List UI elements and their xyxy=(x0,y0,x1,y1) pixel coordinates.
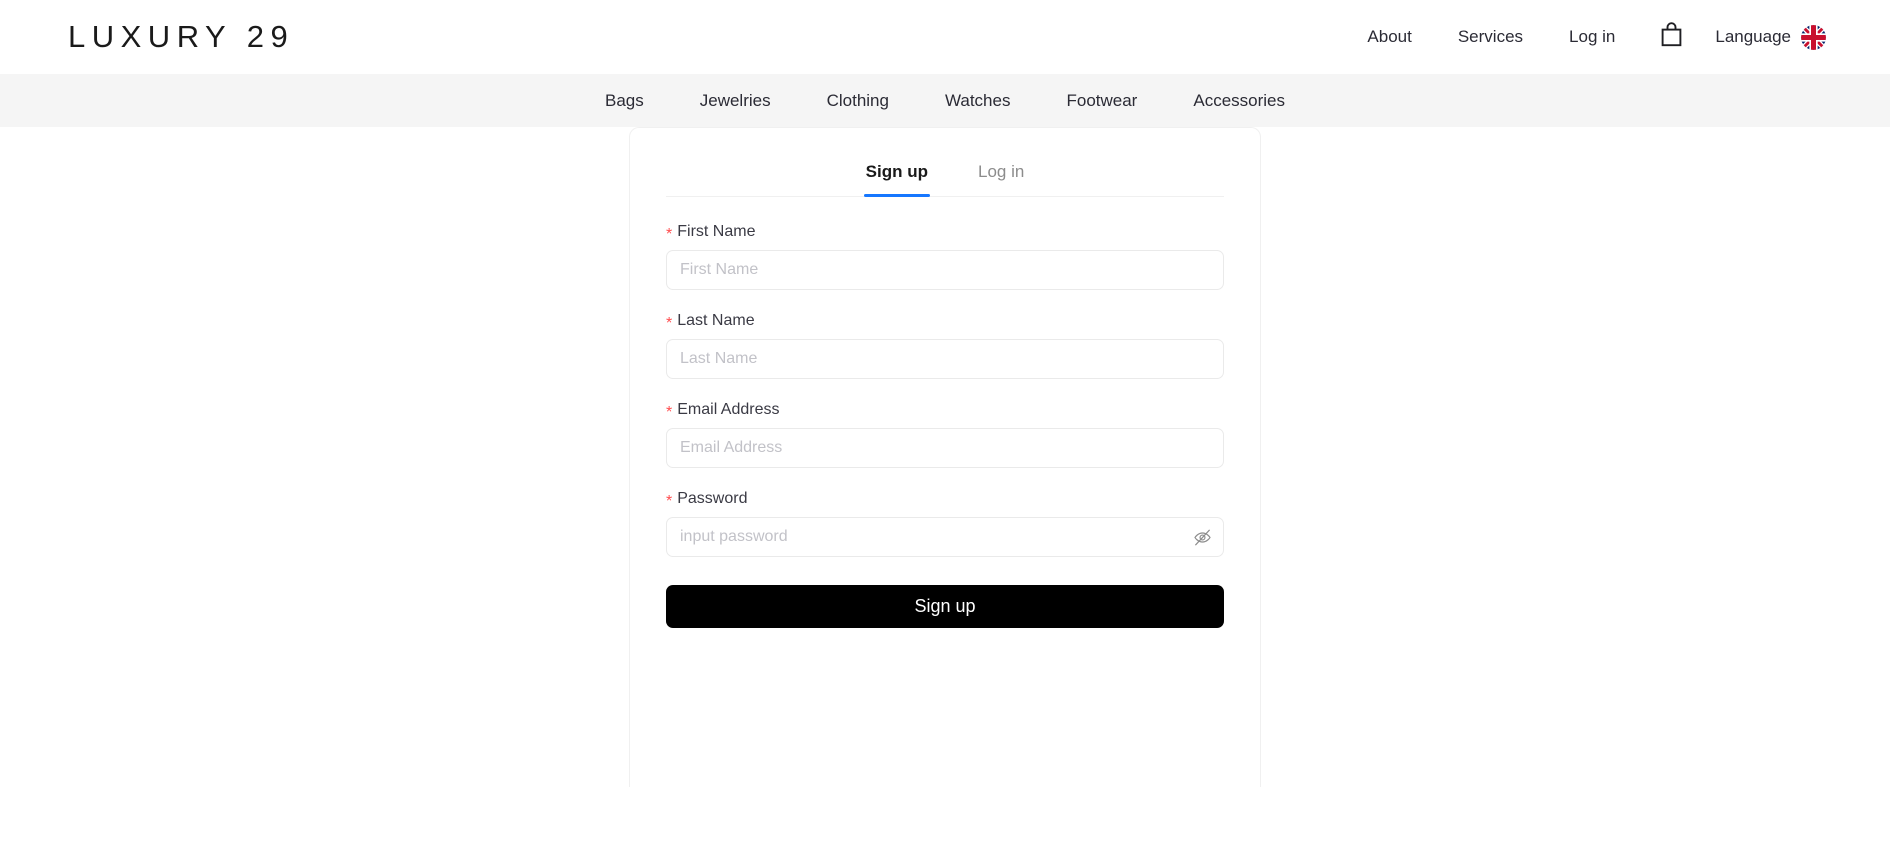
category-accessories[interactable]: Accessories xyxy=(1165,91,1313,111)
password-input[interactable] xyxy=(666,517,1224,557)
category-footwear[interactable]: Footwear xyxy=(1038,91,1165,111)
eye-slash-icon[interactable] xyxy=(1192,527,1212,547)
uk-flag-icon xyxy=(1801,24,1826,50)
category-watches[interactable]: Watches xyxy=(917,91,1039,111)
field-last-name: * Last Name xyxy=(666,312,1224,379)
top-navigation: About Services Log in Language xyxy=(1344,22,1826,52)
label-text: First Name xyxy=(677,223,756,240)
required-asterisk: * xyxy=(666,493,673,510)
cart-button[interactable] xyxy=(1638,22,1709,52)
label-first-name: * First Name xyxy=(666,223,1224,243)
label-email-address: * Email Address xyxy=(666,401,1224,421)
nav-item-log-in[interactable]: Log in xyxy=(1546,27,1638,47)
email-address-input[interactable] xyxy=(666,428,1224,468)
sign-up-form: * First Name * Last Name * xyxy=(666,197,1224,628)
auth-card: Sign up Log in * First Name * Last Name xyxy=(629,127,1261,787)
label-last-name: * Last Name xyxy=(666,312,1224,332)
category-bags[interactable]: Bags xyxy=(577,91,672,111)
first-name-input[interactable] xyxy=(666,250,1224,290)
label-password: * Password xyxy=(666,490,1224,510)
last-name-input[interactable] xyxy=(666,339,1224,379)
category-clothing[interactable]: Clothing xyxy=(799,91,917,111)
required-asterisk: * xyxy=(666,404,673,421)
required-asterisk: * xyxy=(666,315,673,332)
field-first-name: * First Name xyxy=(666,223,1224,290)
label-text: Email Address xyxy=(677,401,780,418)
tab-log-in[interactable]: Log in xyxy=(976,162,1026,196)
tab-sign-up[interactable]: Sign up xyxy=(863,162,931,197)
nav-item-about[interactable]: About xyxy=(1344,27,1434,47)
page-body: Sign up Log in * First Name * Last Name xyxy=(0,127,1890,860)
nav-item-services[interactable]: Services xyxy=(1435,27,1546,47)
field-password: * Password xyxy=(666,490,1224,557)
shopping-bag-icon xyxy=(1660,22,1683,52)
language-label: Language xyxy=(1715,27,1791,46)
sign-up-submit-button[interactable]: Sign up xyxy=(666,585,1224,628)
label-text: Last Name xyxy=(677,312,755,329)
language-selector[interactable]: Language xyxy=(1709,24,1826,50)
category-jewelries[interactable]: Jewelries xyxy=(672,91,799,111)
required-asterisk: * xyxy=(666,226,673,243)
label-text: Password xyxy=(677,490,748,507)
site-header: LUXURY 29 About Services Log in Language xyxy=(0,0,1890,74)
brand-logo[interactable]: LUXURY 29 xyxy=(68,19,294,55)
category-navigation: Bags Jewelries Clothing Watches Footwear… xyxy=(0,74,1890,127)
field-email-address: * Email Address xyxy=(666,401,1224,468)
auth-tabs: Sign up Log in xyxy=(666,128,1224,197)
